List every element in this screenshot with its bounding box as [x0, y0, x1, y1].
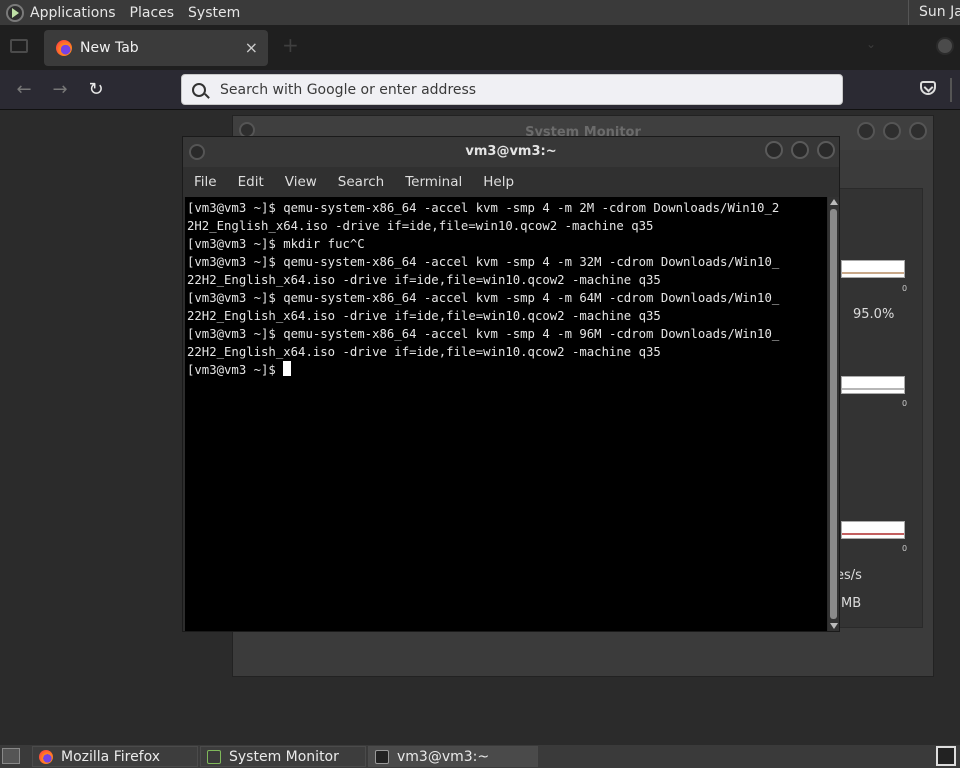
new-tab-button[interactable]: + [282, 33, 299, 57]
reload-button[interactable]: ↻ [84, 78, 108, 102]
memory-graph [841, 376, 905, 394]
taskbar-label: Mozilla Firefox [61, 748, 161, 765]
maximize-button[interactable] [883, 122, 901, 140]
terminal-line: [vm3@vm3 ~]$ qemu-system-x86_64 -accel k… [187, 255, 780, 269]
terminal-output[interactable]: [vm3@vm3 ~]$ qemu-system-x86_64 -accel k… [185, 197, 827, 631]
terminal-line: [vm3@vm3 ~]$ mkdir fuc^C [187, 237, 365, 251]
network-graph [841, 521, 905, 539]
terminal-line: 22H2_English_x64.iso -drive if=ide,file=… [187, 345, 661, 359]
trash-icon[interactable] [936, 746, 956, 766]
show-desktop-icon[interactable] [2, 748, 20, 764]
top-panel: Applications Places System Sun Jan [0, 0, 960, 25]
url-input[interactable] [220, 81, 820, 98]
tab-list-icon[interactable] [10, 39, 28, 53]
distro-logo-icon[interactable] [6, 3, 24, 22]
scrollbar-thumb[interactable] [830, 209, 837, 619]
overflow-menu-button[interactable] [950, 78, 960, 102]
network-graph-zero: 0 [902, 544, 908, 553]
menu-places[interactable]: Places [130, 5, 175, 21]
pocket-icon[interactable] [920, 81, 936, 95]
menu-terminal[interactable]: Terminal [405, 174, 462, 190]
terminal-window[interactable]: vm3@vm3:~ File Edit View Search Terminal… [182, 136, 840, 632]
terminal-line: 22H2_English_x64.iso -drive if=ide,file=… [187, 273, 661, 287]
firefox-tab-bar: New Tab × + ⌄ [0, 25, 960, 70]
menu-edit[interactable]: Edit [238, 174, 264, 190]
cpu-graph-zero: 0 [902, 284, 908, 293]
scroll-up-icon[interactable] [830, 199, 838, 205]
close-button[interactable] [909, 122, 927, 140]
terminal-prompt: [vm3@vm3 ~]$ [187, 363, 284, 377]
menu-help[interactable]: Help [483, 174, 514, 190]
terminal-icon [375, 749, 389, 764]
clock[interactable]: Sun Jan [908, 0, 960, 25]
terminal-scrollbar[interactable] [828, 197, 839, 631]
scroll-down-icon[interactable] [830, 623, 838, 629]
menu-search[interactable]: Search [338, 174, 384, 190]
memory-graph-zero: 0 [902, 399, 908, 408]
back-button[interactable]: ← [12, 78, 36, 102]
close-tab-icon[interactable]: × [245, 38, 258, 57]
terminal-line: [vm3@vm3 ~]$ qemu-system-x86_64 -accel k… [187, 291, 780, 305]
taskbar-item-firefox[interactable]: Mozilla Firefox [32, 746, 198, 767]
forward-button[interactable]: → [48, 78, 72, 102]
terminal-line: [vm3@vm3 ~]$ qemu-system-x86_64 -accel k… [187, 327, 780, 341]
taskbar-label: System Monitor [229, 748, 339, 765]
search-icon [192, 82, 206, 97]
maximize-button[interactable] [791, 141, 809, 159]
text-cursor [283, 361, 292, 376]
taskbar-label: vm3@vm3:~ [397, 748, 490, 765]
window-buttons [857, 122, 927, 140]
cpu-graph [841, 260, 905, 278]
firefox-icon [56, 40, 72, 56]
window-close-button[interactable] [936, 37, 954, 55]
terminal-title: vm3@vm3:~ [465, 144, 557, 159]
url-bar[interactable] [181, 74, 843, 105]
taskbar-item-system-monitor[interactable]: System Monitor [200, 746, 366, 767]
firefox-icon [39, 749, 53, 764]
minimize-button[interactable] [857, 122, 875, 140]
minimize-button[interactable] [765, 141, 783, 159]
tab-new-tab[interactable]: New Tab × [44, 30, 268, 66]
bottom-taskbar: Mozilla Firefox System Monitor vm3@vm3:~ [0, 745, 960, 768]
terminal-line: 2H2_English_x64.iso -drive if=ide,file=w… [187, 219, 654, 233]
terminal-line: [vm3@vm3 ~]$ qemu-system-x86_64 -accel k… [187, 201, 780, 215]
cpu-percent: 95.0% [853, 307, 895, 322]
window-buttons [765, 141, 835, 159]
terminal-prompt-line: [vm3@vm3 ~]$ [187, 361, 827, 379]
taskbar-item-terminal[interactable]: vm3@vm3:~ [368, 746, 538, 767]
menu-view[interactable]: View [285, 174, 317, 190]
network-total-unit: MB [841, 596, 862, 611]
terminal-menubar: File Edit View Search Terminal Help [183, 167, 839, 197]
terminal-titlebar[interactable]: vm3@vm3:~ [183, 137, 839, 167]
tab-title: New Tab [80, 40, 139, 56]
terminal-line: 22H2_English_x64.iso -drive if=ide,file=… [187, 309, 661, 323]
firefox-nav-bar: ← → ↻ [0, 70, 960, 110]
close-button[interactable] [817, 141, 835, 159]
menu-applications[interactable]: Applications [30, 5, 116, 21]
chevron-down-icon[interactable]: ⌄ [866, 37, 876, 51]
menu-system[interactable]: System [188, 5, 240, 21]
system-monitor-icon [207, 749, 221, 764]
menu-file[interactable]: File [194, 174, 217, 190]
